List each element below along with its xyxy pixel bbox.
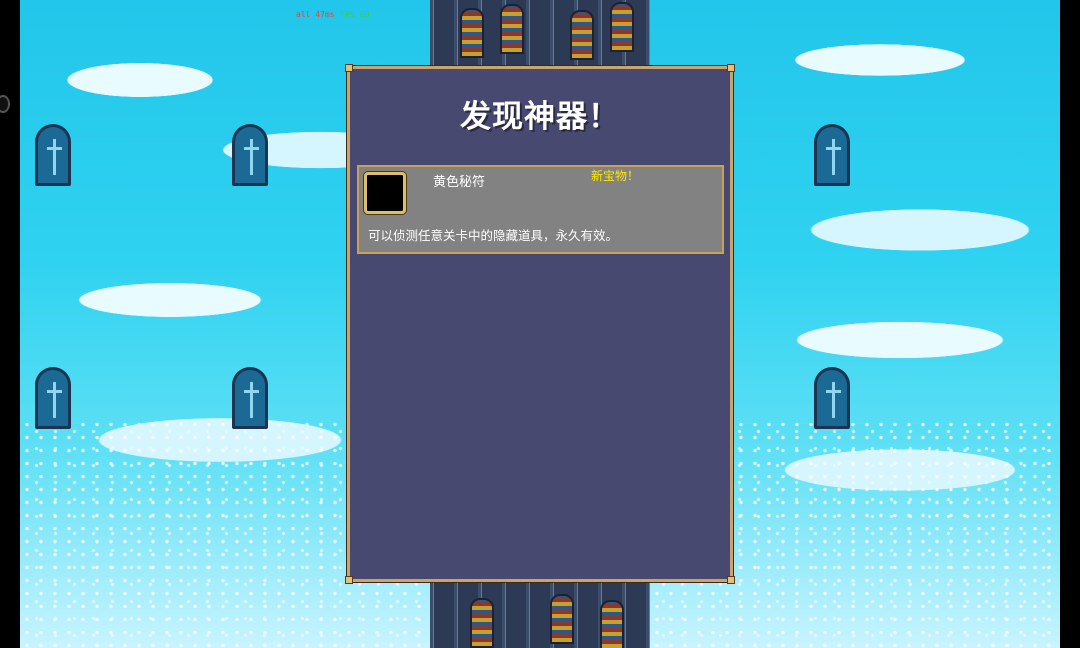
dialog-title: 发现神器！ xyxy=(460,99,620,135)
item-name: 黄色秘符 xyxy=(433,175,486,190)
stained-window-icon xyxy=(814,367,850,429)
empty-item-slot-icon xyxy=(364,172,406,214)
cathedral-tower-bottom xyxy=(430,578,650,648)
frame-corner xyxy=(345,64,353,72)
debug-overlay: all 47ms FPS 60 xyxy=(296,10,369,19)
cathedral-tower-top xyxy=(430,0,650,66)
debug-ping: all 47ms xyxy=(296,10,335,19)
artifact-found-dialog[interactable]: 发现神器！ 黄色秘符 新宝物！ 可以侦测任意关卡中的隐藏道具，永久有效。 xyxy=(345,64,735,584)
debug-fps: FPS 60 xyxy=(340,10,370,19)
new-item-badge: 新宝物！ xyxy=(591,169,640,183)
stained-window-icon xyxy=(232,367,268,429)
frame-corner xyxy=(345,576,353,584)
stained-window-icon xyxy=(814,124,850,186)
frame-corner xyxy=(727,576,735,584)
frame-corner xyxy=(727,64,735,72)
item-description: 可以侦测任意关卡中的隐藏道具，永久有效。 xyxy=(368,228,619,243)
side-handle-icon[interactable] xyxy=(0,95,10,113)
stained-window-icon xyxy=(35,367,71,429)
stained-window-icon xyxy=(232,124,268,186)
artifact-item-row[interactable]: 黄色秘符 新宝物！ 可以侦测任意关卡中的隐藏道具，永久有效。 xyxy=(357,165,724,254)
stained-window-icon xyxy=(35,124,71,186)
